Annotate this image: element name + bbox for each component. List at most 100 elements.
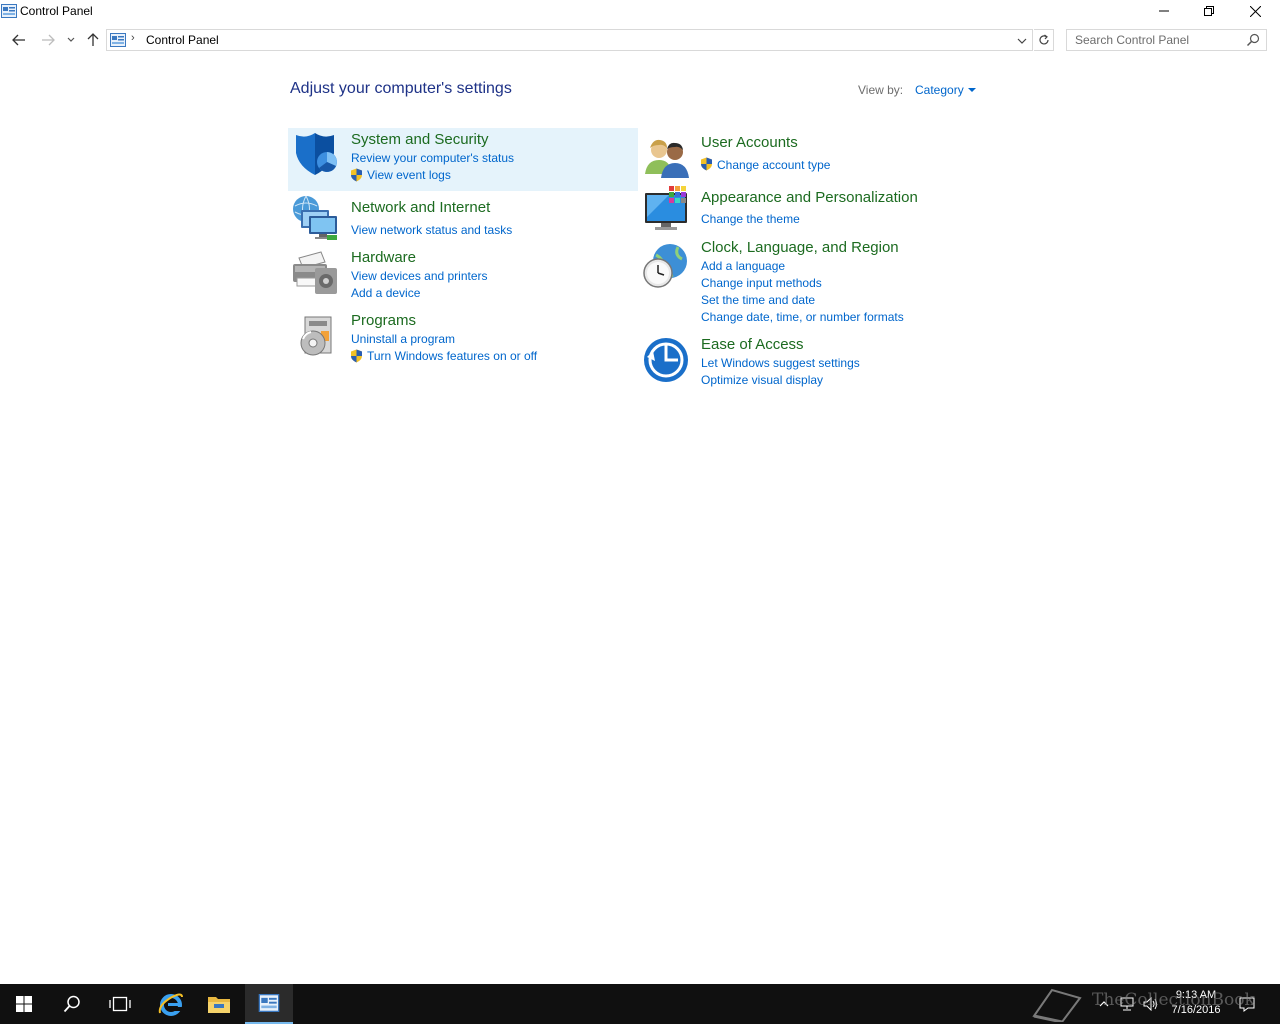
taskbar: 9:13 AM 7/16/2016 xyxy=(0,984,1280,1024)
link-windows-features[interactable]: Turn Windows features on or off xyxy=(367,349,537,363)
uac-shield-icon xyxy=(701,157,712,171)
arrow-right-icon xyxy=(42,34,55,46)
category-title[interactable]: Programs xyxy=(351,312,416,329)
view-by-label: View by: xyxy=(858,83,904,97)
chevron-down-icon xyxy=(67,37,75,42)
link-change-theme[interactable]: Change the theme xyxy=(701,212,800,226)
category-title[interactable]: Ease of Access xyxy=(701,336,804,353)
navigation-bar: › Control Panel xyxy=(0,26,1280,54)
minimize-button[interactable] xyxy=(1141,0,1187,22)
search-taskbar-button[interactable] xyxy=(48,984,96,1024)
category-ease-of-access[interactable]: Ease of Access Let Windows suggest setti… xyxy=(640,334,990,390)
minimize-icon xyxy=(1159,10,1169,12)
breadcrumb-separator[interactable]: › xyxy=(131,32,135,44)
file-explorer-button[interactable] xyxy=(195,984,243,1024)
link-change-input-methods[interactable]: Change input methods xyxy=(701,276,822,290)
printer-icon xyxy=(293,251,337,294)
internet-explorer-icon xyxy=(158,993,183,1016)
close-icon xyxy=(1249,5,1261,17)
tray-clock[interactable]: 9:13 AM 7/16/2016 xyxy=(1168,988,1224,1018)
view-by-dropdown[interactable]: Category xyxy=(915,83,976,97)
network-icon xyxy=(1120,997,1134,1011)
chevron-down-icon xyxy=(1017,38,1027,44)
control-panel-icon xyxy=(110,33,126,47)
link-windows-suggest-settings[interactable]: Let Windows suggest settings xyxy=(701,356,860,370)
link-add-language[interactable]: Add a language xyxy=(701,259,785,273)
monitor-icon xyxy=(645,186,687,230)
notification-icon xyxy=(1239,997,1255,1012)
clock-globe-icon xyxy=(643,244,687,288)
title-bar: Control Panel xyxy=(0,0,1280,24)
windows-logo-icon xyxy=(16,996,32,1012)
control-panel-taskbar-button[interactable] xyxy=(245,984,293,1024)
link-uninstall-program[interactable]: Uninstall a program xyxy=(351,332,455,346)
address-bar[interactable]: › Control Panel xyxy=(106,29,1033,51)
tray-time: 9:13 AM xyxy=(1175,989,1217,1001)
programs-icon xyxy=(300,316,332,356)
window-title: Control Panel xyxy=(20,4,93,18)
volume-icon xyxy=(1143,997,1157,1011)
close-button[interactable] xyxy=(1232,0,1278,22)
control-panel-icon xyxy=(258,994,280,1012)
category-network-and-internet[interactable]: Network and Internet View network status… xyxy=(288,194,638,240)
category-appearance[interactable]: Appearance and Personalization Change th… xyxy=(640,184,990,230)
category-hardware[interactable]: Hardware View devices and printers Add a… xyxy=(288,246,638,302)
link-set-time-date[interactable]: Set the time and date xyxy=(701,293,815,307)
category-clock-language-region[interactable]: Clock, Language, and Region Add a langua… xyxy=(640,236,990,328)
category-title[interactable]: System and Security xyxy=(351,131,489,148)
arrow-left-icon xyxy=(12,34,25,46)
control-panel-icon xyxy=(1,4,17,18)
category-user-accounts[interactable]: User Accounts Change account type xyxy=(640,130,990,180)
link-change-formats[interactable]: Change date, time, or number formats xyxy=(701,310,904,324)
refresh-button[interactable] xyxy=(1034,29,1054,51)
tray-network-icon[interactable] xyxy=(1119,996,1135,1012)
search-input[interactable] xyxy=(1067,30,1242,50)
shield-icon xyxy=(296,133,337,175)
view-by-value[interactable]: Category xyxy=(915,83,964,97)
internet-explorer-button[interactable] xyxy=(147,984,195,1024)
search-icon[interactable] xyxy=(1246,33,1260,47)
category-title[interactable]: Clock, Language, and Region xyxy=(701,239,899,256)
tray-volume-icon[interactable] xyxy=(1143,996,1159,1012)
link-view-devices-printers[interactable]: View devices and printers xyxy=(351,269,488,283)
link-add-device[interactable]: Add a device xyxy=(351,286,420,300)
folder-icon xyxy=(208,997,230,1013)
category-title[interactable]: Network and Internet xyxy=(351,199,490,216)
refresh-icon xyxy=(1038,34,1049,45)
restore-icon xyxy=(1204,6,1214,16)
action-center-button[interactable] xyxy=(1239,996,1255,1012)
breadcrumb[interactable]: Control Panel xyxy=(146,33,219,47)
category-title[interactable]: Hardware xyxy=(351,249,416,266)
tray-chevron-up-icon[interactable] xyxy=(1096,996,1112,1012)
uac-shield-icon xyxy=(351,349,362,363)
task-view-icon xyxy=(109,996,131,1012)
arrow-up-icon xyxy=(87,33,99,46)
address-dropdown-button[interactable] xyxy=(1015,34,1029,48)
users-icon xyxy=(645,139,689,178)
category-title[interactable]: User Accounts xyxy=(701,134,798,151)
recent-locations-button[interactable] xyxy=(63,30,79,50)
search-box[interactable] xyxy=(1066,29,1267,51)
network-icon xyxy=(293,195,337,240)
ease-of-access-icon xyxy=(644,338,688,382)
link-optimize-visual-display[interactable]: Optimize visual display xyxy=(701,373,823,387)
link-review-status[interactable]: Review your computer's status xyxy=(351,151,514,165)
tray-date: 7/16/2016 xyxy=(1171,1004,1221,1016)
page-title: Adjust your computer's settings xyxy=(290,80,512,97)
chevron-up-icon xyxy=(1099,1001,1109,1007)
link-view-network-status[interactable]: View network status and tasks xyxy=(351,223,512,237)
restore-button[interactable] xyxy=(1186,0,1232,22)
category-programs[interactable]: Programs Uninstall a program Turn Window… xyxy=(288,310,638,366)
up-button[interactable] xyxy=(83,30,103,50)
forward-button[interactable] xyxy=(38,30,58,50)
task-view-button[interactable] xyxy=(96,984,144,1024)
caret-down-icon xyxy=(967,88,976,92)
back-button[interactable] xyxy=(9,30,29,50)
uac-shield-icon xyxy=(351,168,362,182)
start-button[interactable] xyxy=(0,984,48,1024)
search-icon xyxy=(63,995,80,1013)
link-change-account-type[interactable]: Change account type xyxy=(717,158,830,172)
link-view-event-logs[interactable]: View event logs xyxy=(367,168,451,182)
category-title[interactable]: Appearance and Personalization xyxy=(701,189,918,206)
category-system-and-security[interactable]: System and Security Review your computer… xyxy=(288,128,638,191)
